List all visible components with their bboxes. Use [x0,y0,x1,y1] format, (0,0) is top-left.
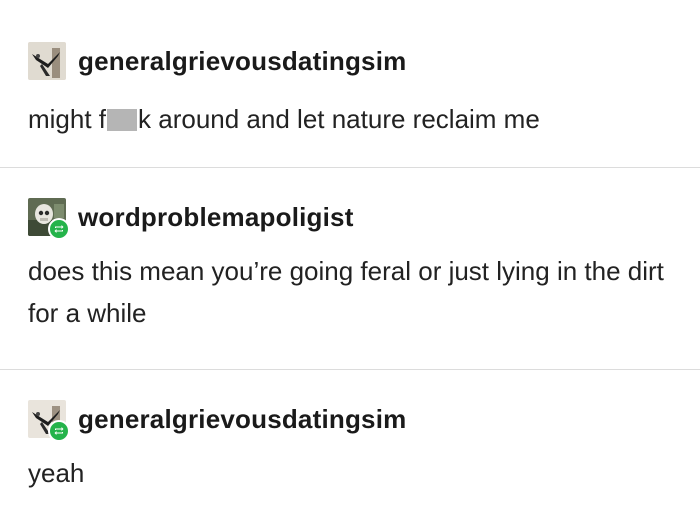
username[interactable]: generalgrievousdatingsim [78,404,406,435]
post-header: generalgrievousdatingsim [28,42,700,80]
reblog-icon [48,420,70,442]
avatar[interactable] [28,42,66,80]
post-divider [0,369,700,370]
post-reblog: wordproblemapoligist does this mean you’… [0,198,700,334]
post-original: generalgrievousdatingsim might f k around… [0,42,700,140]
post-header: wordproblemapoligist [28,198,700,240]
post-header: generalgrievousdatingsim [28,400,700,442]
post-divider [0,167,700,168]
post-text: might f k around and let nature reclaim m… [28,98,672,140]
username[interactable]: generalgrievousdatingsim [78,46,406,77]
post-reblog: generalgrievousdatingsim yeah [0,400,700,494]
reblog-icon [48,218,70,240]
reblog-thread: generalgrievousdatingsim might f k around… [0,0,700,521]
avatar[interactable] [28,400,70,442]
censor-block [107,109,138,131]
avatar[interactable] [28,198,70,240]
post-text: yeah [28,458,85,488]
post-text-end: k around and let nature reclaim me [138,104,540,134]
username[interactable]: wordproblemapoligist [78,202,354,233]
post-text: does this mean you’re going feral or jus… [28,256,664,328]
post-text-start: might f [28,104,107,134]
avatar-grievous-icon [28,42,66,80]
